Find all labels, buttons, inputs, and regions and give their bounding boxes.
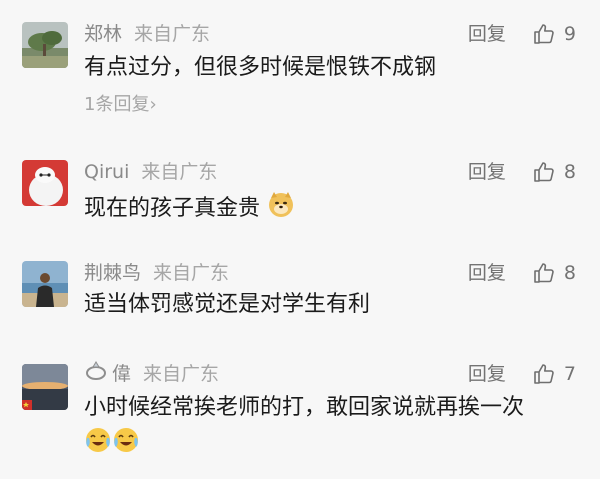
sub-replies-count: 1条回复 — [84, 94, 150, 115]
like-count: 7 — [563, 363, 576, 385]
like-count: 8 — [563, 262, 576, 284]
comment-meta: 郑林 来自广东 — [84, 18, 210, 50]
comment-text: 小时候经常挨老师的打，敢回家说就再挨一次 — [84, 395, 525, 420]
landscape-avatar-icon — [22, 22, 68, 68]
sunset-avatar-icon — [22, 364, 68, 410]
emoji-row — [84, 426, 140, 464]
comment-meta: 偉来自广东 — [84, 358, 219, 390]
thumbs-up-icon — [534, 162, 554, 182]
comment-meta: Qirui 来自广东 — [84, 156, 217, 188]
sub-replies-link[interactable]: 1条回复› — [84, 92, 157, 118]
location-label: 来自广东 — [141, 161, 218, 183]
comment-actions: 回复 8 — [468, 156, 576, 188]
username[interactable]: 偉 — [112, 363, 131, 385]
like-count: 9 — [563, 23, 576, 45]
location-label: 来自广东 — [143, 363, 220, 385]
like-button[interactable]: 8 — [532, 257, 576, 289]
comment-meta: 荆棘鸟 来自广东 — [84, 257, 229, 289]
comment-text: 现在的孩子真金贵 — [84, 190, 295, 228]
location-label: 来自广东 — [134, 23, 211, 45]
username[interactable]: 荆棘鸟 — [84, 262, 141, 284]
avatar[interactable] — [22, 261, 68, 307]
like-button[interactable]: 8 — [532, 156, 576, 188]
reply-button[interactable]: 回复 — [468, 156, 506, 188]
thumbs-up-icon — [534, 364, 554, 384]
comment-actions: 回复 7 — [468, 358, 576, 390]
username[interactable]: Qirui — [84, 161, 129, 183]
comment-text: 适当体罚感觉还是对学生有利 — [84, 292, 371, 317]
comment-actions: 回复 9 — [468, 18, 576, 50]
reply-button[interactable]: 回复 — [468, 257, 506, 289]
like-button[interactable]: 7 — [532, 358, 576, 390]
crying-laughing-emoji-icon — [84, 426, 112, 464]
thumbs-up-icon — [534, 263, 554, 283]
baymax-avatar-icon — [22, 160, 68, 206]
like-count: 8 — [563, 161, 576, 183]
doge-emoji-icon — [267, 190, 295, 228]
avatar[interactable] — [22, 160, 68, 206]
username[interactable]: 郑林 — [84, 23, 122, 45]
person-beach-avatar-icon — [22, 261, 68, 307]
crying-laughing-emoji-icon — [112, 426, 140, 464]
chevron-right-icon: › — [149, 94, 157, 115]
ring-icon — [84, 359, 108, 391]
comment-text: 有点过分，但很多时候是恨铁不成钢 — [84, 55, 437, 80]
location-label: 来自广东 — [153, 262, 230, 284]
like-button[interactable]: 9 — [532, 18, 576, 50]
comment-text-body: 现在的孩子真金贵 — [84, 196, 261, 221]
comment-actions: 回复 8 — [468, 257, 576, 289]
thumbs-up-icon — [534, 24, 554, 44]
avatar[interactable] — [22, 364, 68, 410]
avatar[interactable] — [22, 22, 68, 68]
reply-button[interactable]: 回复 — [468, 18, 506, 50]
reply-button[interactable]: 回复 — [468, 358, 506, 390]
